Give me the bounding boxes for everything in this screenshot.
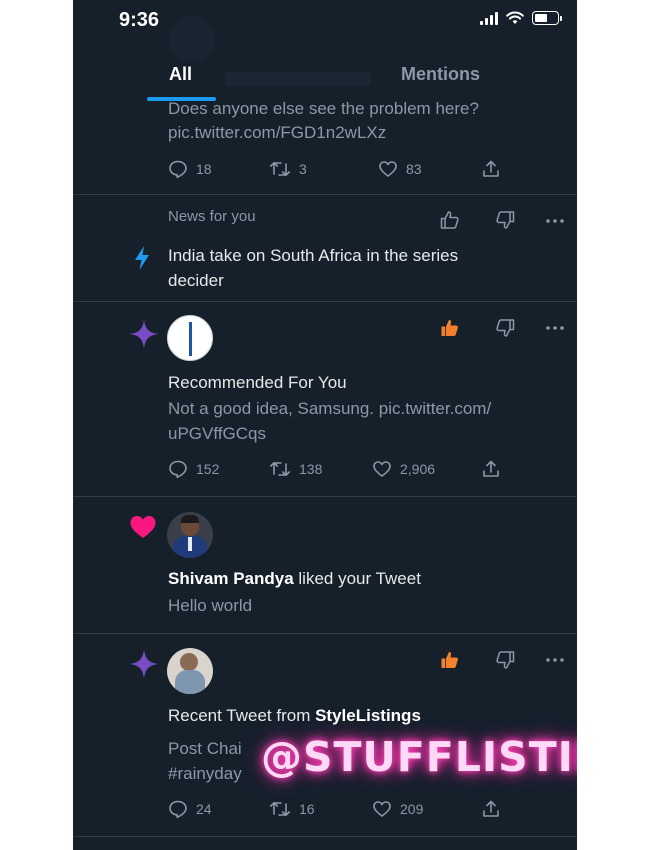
tab-mentions[interactable]: Mentions (401, 64, 480, 85)
reply-count: 18 (196, 161, 212, 177)
account-name[interactable]: StyleListings (315, 706, 421, 725)
like-count: 209 (400, 801, 424, 817)
recommended-title: Recommended For You (168, 373, 347, 392)
like-count: 2,906 (400, 461, 436, 477)
status-icons (480, 11, 562, 25)
more-dots-icon (546, 658, 564, 662)
tweet-actions: 24 16 209 (168, 798, 501, 820)
tweet-actions: 152 138 2,906 (168, 458, 501, 480)
retweet-icon (270, 162, 290, 176)
like-button[interactable]: 209 (372, 799, 481, 819)
recommended-text-line1: Not a good idea, Samsung. pic.twitter.co… (168, 399, 492, 418)
battery-icon (532, 11, 562, 25)
share-button[interactable] (481, 799, 501, 819)
like-button[interactable]: 2,906 (372, 459, 481, 479)
heart-outline-icon (379, 161, 397, 177)
more-dots-icon (546, 219, 564, 223)
retweet-icon (270, 462, 290, 476)
watermark: @STUFFLISTINGS (261, 733, 577, 781)
status-time: 9:36 (119, 9, 160, 31)
title-prefix: Recent Tweet from (168, 706, 316, 725)
status-bar: 9:36 (73, 0, 577, 40)
share-icon (483, 460, 499, 477)
thumbs-up-button[interactable] (438, 208, 462, 232)
thumbs-up-outline-icon (440, 211, 459, 229)
reply-icon (169, 460, 187, 479)
share-button[interactable] (481, 459, 501, 479)
sparkle-icon (129, 319, 159, 349)
thumbs-down-outline-icon (496, 211, 515, 229)
liked-tweet-text: Hello world (168, 596, 253, 615)
tweet-text-line1: Does anyone else see the problem here? (168, 99, 479, 118)
reply-button[interactable]: 24 (168, 799, 269, 819)
lightning-icon (135, 246, 149, 270)
more-options-button[interactable] (543, 648, 567, 672)
share-button[interactable] (481, 159, 501, 179)
thumbs-up-button[interactable] (438, 648, 462, 672)
retweet-button[interactable]: 138 (269, 459, 372, 479)
news-headline-line2: decider (168, 271, 224, 290)
reply-icon (169, 800, 187, 819)
thumbs-down-outline-icon (496, 319, 515, 337)
recent-tweet-text-line1: Post Chai (168, 739, 242, 758)
reply-button[interactable]: 18 (168, 159, 269, 179)
news-header: News for you (168, 208, 256, 225)
action-text: liked your Tweet (293, 569, 421, 588)
more-dots-icon (546, 326, 564, 330)
thumbs-down-button[interactable] (493, 316, 517, 340)
cellular-signal-icon (480, 11, 498, 25)
like-button[interactable]: 83 (378, 159, 481, 179)
wifi-icon (506, 11, 524, 24)
heart-filled-icon (130, 516, 156, 538)
recommended-text-line2[interactable]: uPGVffGCqs (168, 421, 266, 446)
tweet-text-line2[interactable]: pic.twitter.com/FGD1n2wLXz (168, 120, 386, 145)
heart-outline-icon (373, 461, 391, 477)
phone-screen: 9:36 All Mentions Does anyone else see t… (73, 0, 577, 850)
thumbs-up-button[interactable] (438, 316, 462, 340)
retweet-icon (270, 802, 290, 816)
sparkle-icon (129, 649, 159, 679)
avatar[interactable] (167, 315, 213, 361)
retweet-button[interactable]: 16 (269, 799, 372, 819)
heart-outline-icon (373, 801, 391, 817)
thumbs-down-outline-icon (496, 651, 515, 669)
thumbs-up-filled-icon (441, 320, 458, 336)
thumbs-down-button[interactable] (493, 648, 517, 672)
notification-tabs: All Mentions (73, 52, 577, 101)
like-notification-text: Shivam Pandya liked your Tweet (168, 566, 421, 591)
tweet-actions: 18 3 83 (168, 158, 501, 180)
share-icon (483, 160, 499, 177)
retweet-button[interactable]: 3 (269, 159, 378, 179)
reply-icon (169, 160, 187, 179)
recent-tweet-text-line2[interactable]: #rainyday (168, 761, 242, 786)
retweet-count: 138 (299, 461, 323, 477)
more-options-button[interactable] (543, 209, 567, 233)
avatar[interactable] (167, 512, 213, 558)
thumbs-up-filled-icon (441, 652, 458, 668)
recent-tweet-title: Recent Tweet from StyleListings (168, 703, 421, 728)
reply-count: 24 (196, 801, 212, 817)
news-item[interactable]: News for you India take on South Africa … (73, 195, 577, 301)
recommended-item[interactable]: Recommended For You Not a good idea, Sam… (73, 302, 577, 496)
reply-count: 152 (196, 461, 220, 477)
share-icon (483, 800, 499, 817)
retweet-count: 16 (299, 801, 315, 817)
like-count: 83 (406, 161, 422, 177)
news-headline-line1: India take on South Africa in the series (168, 246, 459, 265)
reply-button[interactable]: 152 (168, 459, 269, 479)
retweet-count: 3 (299, 161, 307, 177)
thumbs-down-button[interactable] (493, 208, 517, 232)
avatar[interactable] (167, 648, 213, 694)
like-notification[interactable]: Shivam Pandya liked your Tweet Hello wor… (73, 497, 577, 633)
user-name[interactable]: Shivam Pandya (168, 569, 294, 588)
tab-all[interactable]: All (169, 64, 192, 85)
more-options-button[interactable] (543, 316, 567, 340)
divider (73, 836, 577, 837)
